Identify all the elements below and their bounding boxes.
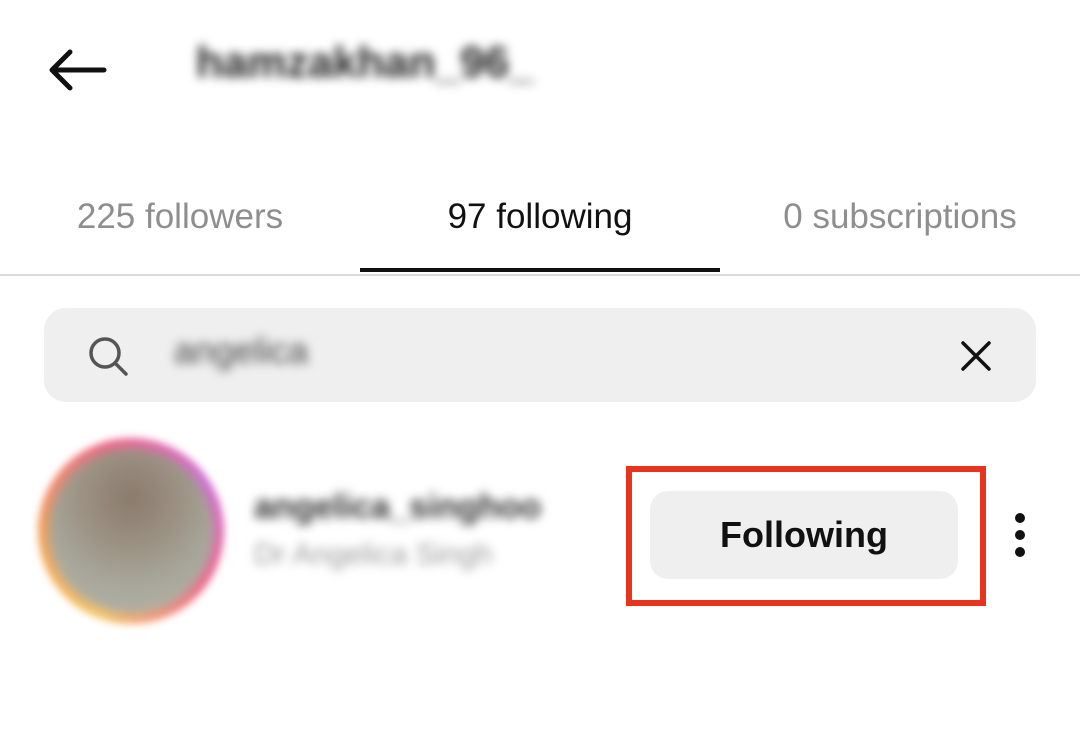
profile-username: hamzakhan_96_ (196, 38, 534, 87)
arrow-left-icon (49, 49, 107, 91)
tab-subscriptions[interactable]: 0 subscriptions (720, 160, 1080, 274)
tab-followers[interactable]: 225 followers (0, 160, 360, 274)
search-icon (89, 337, 128, 376)
tab-following[interactable]: 97 following (360, 160, 720, 274)
active-tab-indicator (360, 268, 720, 272)
more-vertical-icon (1015, 513, 1025, 557)
back-button[interactable] (40, 40, 112, 100)
following-button[interactable]: Following (650, 491, 958, 579)
more-options-button[interactable] (998, 500, 1042, 570)
search-input[interactable]: angelica (174, 330, 308, 372)
user-handle[interactable]: angelica_singhoo (254, 488, 541, 527)
close-icon (961, 341, 991, 371)
search-bar[interactable]: angelica (44, 308, 1036, 402)
user-full-name: Dr Angelica Singh (254, 538, 493, 571)
avatar[interactable] (48, 448, 214, 614)
list-item[interactable]: angelica_singhoo Dr Angelica Singh Follo… (0, 430, 1080, 630)
follow-tabs: 225 followers 97 following 0 subscriptio… (0, 160, 1080, 276)
clear-search-button[interactable] (954, 334, 998, 378)
